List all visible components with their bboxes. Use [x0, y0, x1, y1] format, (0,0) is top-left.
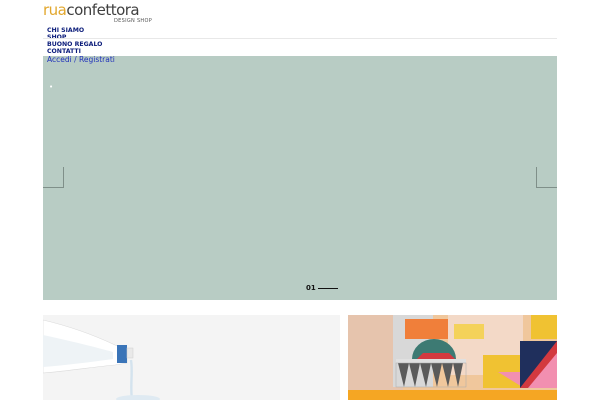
slider-prev-button[interactable] [43, 167, 64, 188]
hero-slider: • 01 [43, 56, 557, 300]
nav-item-contatti[interactable]: CONTATTI [47, 48, 102, 55]
hero-dot: • [49, 83, 54, 91]
slider-next-button[interactable] [536, 167, 557, 188]
slide-counter: 01 [306, 284, 316, 292]
geometric-shapes-image [348, 315, 557, 400]
nav-item-buono-regalo[interactable]: BUONO REGALO [47, 41, 102, 48]
main-nav: CHI SIAMO SHOP BUONO REGALO CONTATTI [47, 27, 102, 55]
logo-suffix: confettora [66, 1, 140, 19]
logo-wordmark: ruaconfettora [43, 1, 140, 19]
product-card-shapes[interactable] [348, 315, 557, 400]
water-bottle-image [43, 315, 340, 400]
product-card-water[interactable] [43, 315, 340, 400]
header-divider [43, 38, 557, 39]
slide-progress-line [318, 288, 338, 289]
nav-item-chi-siamo[interactable]: CHI SIAMO [47, 27, 102, 34]
logo-tagline: DESIGN SHOP [114, 18, 153, 24]
logo[interactable]: ruaconfettora DESIGN SHOP [43, 1, 173, 26]
logo-prefix: rua [43, 1, 67, 19]
login-register-link[interactable]: Accedi / Registrati [47, 55, 115, 64]
